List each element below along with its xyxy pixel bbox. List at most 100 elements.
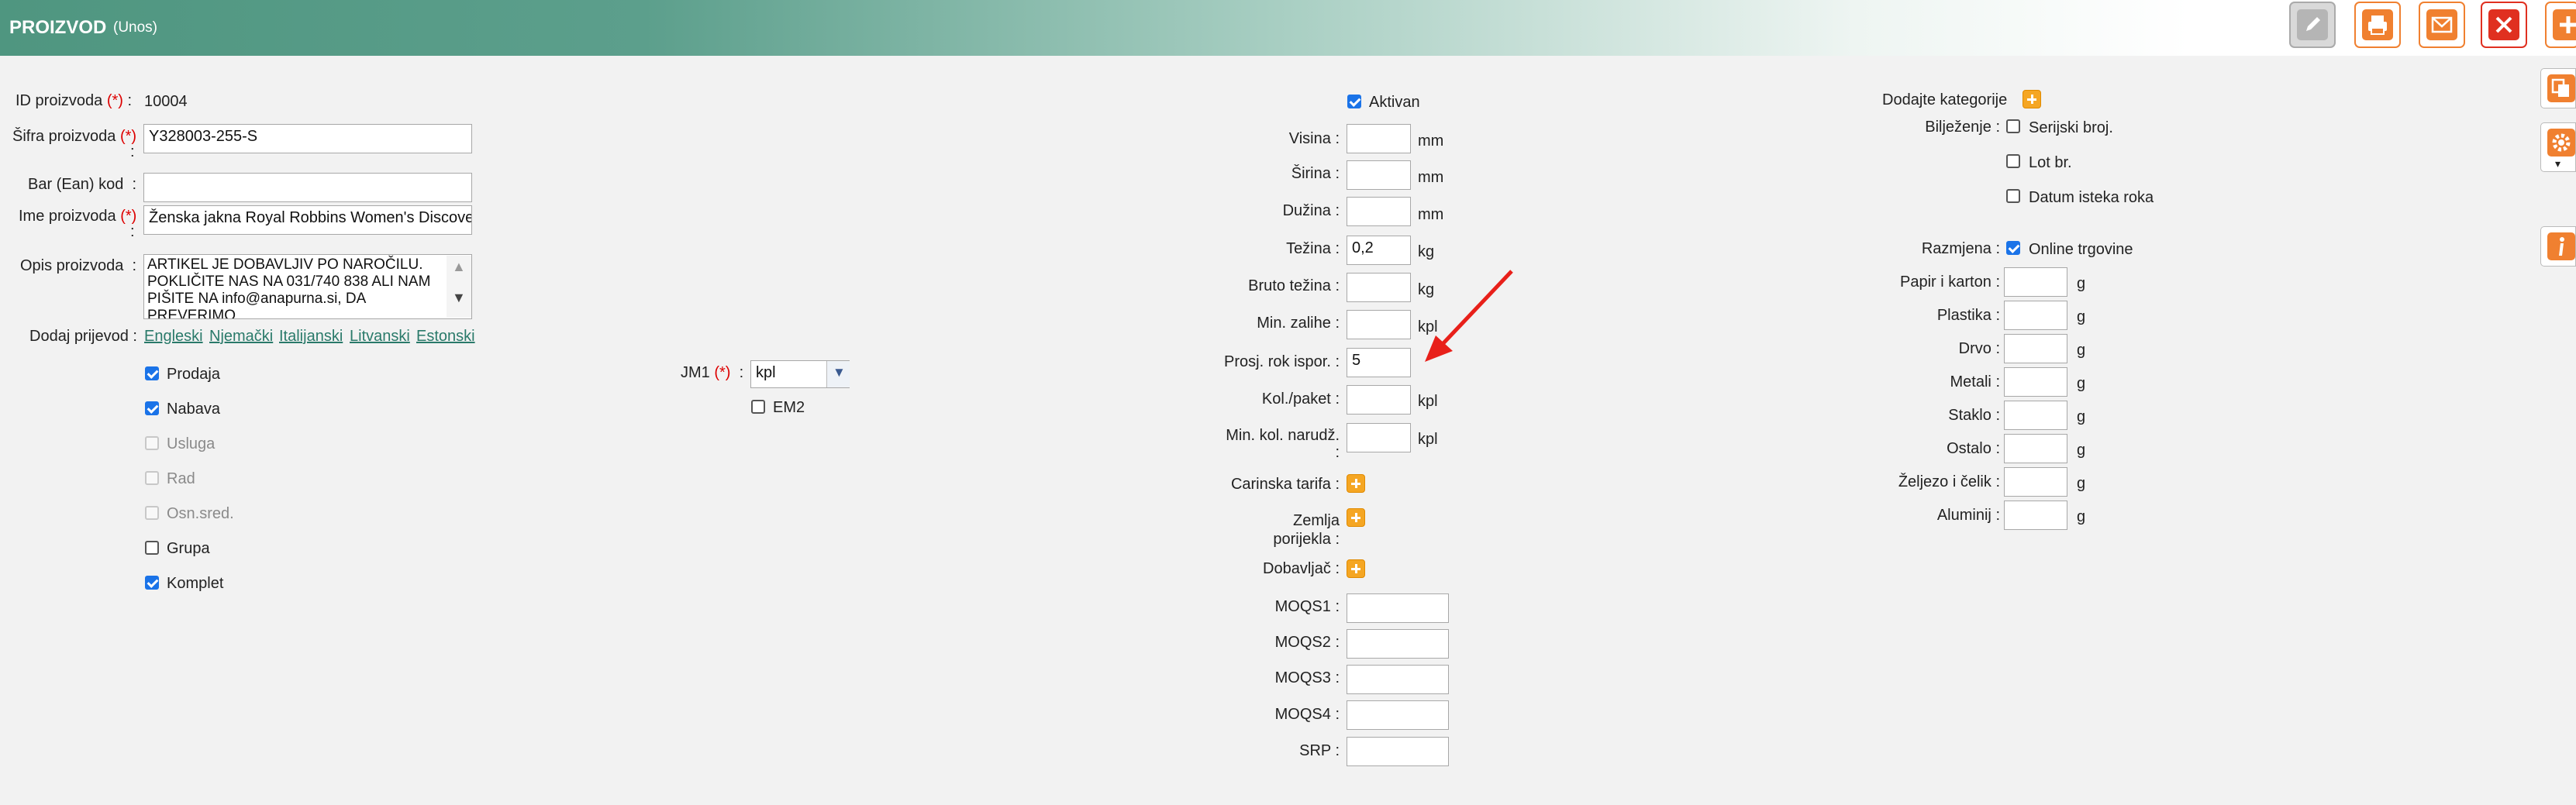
prodaja-checkbox[interactable] — [145, 366, 159, 380]
datum-isteka-label: Datum isteka roka — [2029, 189, 2154, 206]
edit-icon — [2297, 9, 2328, 40]
sifra-input[interactable]: Y328003-255-S — [143, 124, 472, 153]
moqs1-input[interactable] — [1347, 593, 1449, 623]
copy-button[interactable] — [2540, 68, 2576, 108]
sifra-colon: : — [130, 143, 135, 160]
prosj-rok-input[interactable]: 5 — [1347, 348, 1411, 377]
sirina-input[interactable] — [1347, 160, 1411, 190]
em2-checkbox[interactable] — [751, 400, 765, 414]
plastika-input[interactable] — [2004, 301, 2067, 330]
jm1-dropdown-toggle[interactable]: ▼ — [826, 361, 850, 387]
papir-unit: g — [2077, 275, 2086, 292]
page-title: PROIZVOD — [9, 17, 107, 38]
komplet-checkbox[interactable] — [145, 576, 159, 590]
moqs3-input[interactable] — [1347, 665, 1449, 694]
online-trgovine-checkbox[interactable] — [2006, 241, 2020, 255]
kategorije-label: Dodajte kategorije — [1882, 91, 2008, 108]
ostalo-unit: g — [2077, 442, 2086, 459]
copy-icon — [2547, 74, 2575, 102]
staklo-input[interactable] — [2004, 401, 2067, 430]
nabava-checkbox[interactable] — [145, 401, 159, 415]
bruto-tezina-label: Bruto težina : — [1248, 277, 1340, 294]
kol-paket-unit: kpl — [1418, 393, 1438, 410]
ean-input[interactable] — [143, 173, 472, 202]
nabava-label: Nabava — [167, 401, 220, 418]
email-button[interactable] — [2419, 2, 2465, 48]
settings-button[interactable]: ▾ — [2540, 122, 2576, 172]
moqs2-label: MOQS2 : — [1274, 634, 1340, 651]
lot-label: Lot br. — [2029, 154, 2072, 171]
grupa-checkbox[interactable] — [145, 541, 159, 555]
staklo-label: Staklo : — [1948, 407, 2000, 424]
usluga-checkbox — [145, 436, 159, 450]
print-icon — [2362, 9, 2393, 40]
opis-scrollbar[interactable]: ▲ ▼ — [447, 256, 471, 318]
scroll-down-icon[interactable]: ▼ — [452, 290, 466, 306]
lang-link-estonski[interactable]: Estonski — [416, 328, 475, 346]
duzina-input[interactable] — [1347, 197, 1411, 226]
opis-textarea[interactable]: ARTIKEL JE DOBAVLJIV PO NAROČILU. POKLIČ… — [143, 254, 472, 319]
header-bar: PROIZVOD (Unos) — [0, 0, 2576, 56]
serijski-checkbox[interactable] — [2006, 119, 2020, 133]
aktivan-label: Aktivan — [1369, 94, 1420, 111]
papir-input[interactable] — [2004, 267, 2067, 297]
add-icon — [2553, 9, 2576, 40]
add-button[interactable] — [2545, 2, 2576, 48]
prosj-rok-label: Prosj. rok ispor. : — [1224, 353, 1340, 370]
print-button[interactable] — [2354, 2, 2401, 48]
zeljezo-input[interactable] — [2004, 467, 2067, 497]
online-trgovine-label: Online trgovine — [2029, 241, 2133, 258]
sirina-label: Širina : — [1291, 165, 1340, 182]
add-zemlja-icon[interactable] — [1347, 508, 1365, 527]
info-icon — [2547, 232, 2575, 260]
osnsred-label: Osn.sred. — [167, 505, 234, 522]
komplet-label: Komplet — [167, 575, 224, 592]
datum-isteka-checkbox[interactable] — [2006, 189, 2020, 203]
ime-input[interactable]: Ženska jakna Royal Robbins Women's Disco… — [143, 205, 472, 235]
visina-unit: mm — [1418, 132, 1444, 150]
moqs4-input[interactable] — [1347, 700, 1449, 730]
add-carinska-icon[interactable] — [1347, 474, 1365, 493]
edit-button[interactable] — [2289, 2, 2336, 48]
lang-link-engleski[interactable]: Engleski — [144, 328, 203, 346]
lang-link-njemacki[interactable]: Njemački — [209, 328, 273, 346]
add-kategorija-icon[interactable] — [2023, 90, 2041, 108]
kol-paket-input[interactable] — [1347, 385, 1411, 415]
info-button[interactable] — [2540, 226, 2576, 267]
ime-colon: : — [130, 223, 135, 240]
lang-link-litvanski[interactable]: Litvanski — [350, 328, 410, 346]
tezina-input[interactable]: 0,2 — [1347, 236, 1411, 265]
biljezenje-label: Bilježenje : — [1925, 119, 2000, 136]
min-kol-input[interactable] — [1347, 423, 1411, 452]
drvo-input[interactable] — [2004, 334, 2067, 363]
min-zalihe-input[interactable] — [1347, 310, 1411, 339]
ostalo-input[interactable] — [2004, 434, 2067, 463]
chevron-down-icon: ▼ — [833, 365, 846, 380]
staklo-unit: g — [2077, 408, 2086, 425]
aktivan-checkbox[interactable] — [1347, 95, 1361, 108]
duzina-unit: mm — [1418, 206, 1444, 223]
lot-checkbox[interactable] — [2006, 154, 2020, 168]
plastika-unit: g — [2077, 308, 2086, 325]
lang-link-italijanski[interactable]: Italijanski — [279, 328, 343, 346]
duzina-label: Dužina : — [1282, 202, 1340, 219]
moqs2-input[interactable] — [1347, 629, 1449, 659]
rad-checkbox — [145, 471, 159, 485]
razmjena-label: Razmjena : — [1921, 240, 2000, 257]
carinska-label: Carinska tarifa : — [1230, 476, 1340, 493]
metali-input[interactable] — [2004, 367, 2067, 397]
tezina-label: Težina : — [1286, 240, 1340, 257]
srp-input[interactable] — [1347, 737, 1449, 766]
email-icon — [2426, 9, 2457, 40]
min-kol-label: Min. kol. narudž. : — [1226, 427, 1340, 461]
visina-input[interactable] — [1347, 124, 1411, 153]
add-dobavljac-icon[interactable] — [1347, 559, 1365, 578]
aluminij-input[interactable] — [2004, 501, 2067, 530]
aluminij-label: Aluminij : — [1936, 507, 2000, 524]
aluminij-unit: g — [2077, 508, 2086, 525]
close-button[interactable] — [2481, 2, 2527, 48]
scroll-up-icon[interactable]: ▲ — [452, 259, 466, 275]
sifra-label: Šifra proizvoda (*) — [12, 128, 137, 145]
em2-label: EM2 — [773, 399, 805, 416]
bruto-tezina-input[interactable] — [1347, 273, 1411, 302]
